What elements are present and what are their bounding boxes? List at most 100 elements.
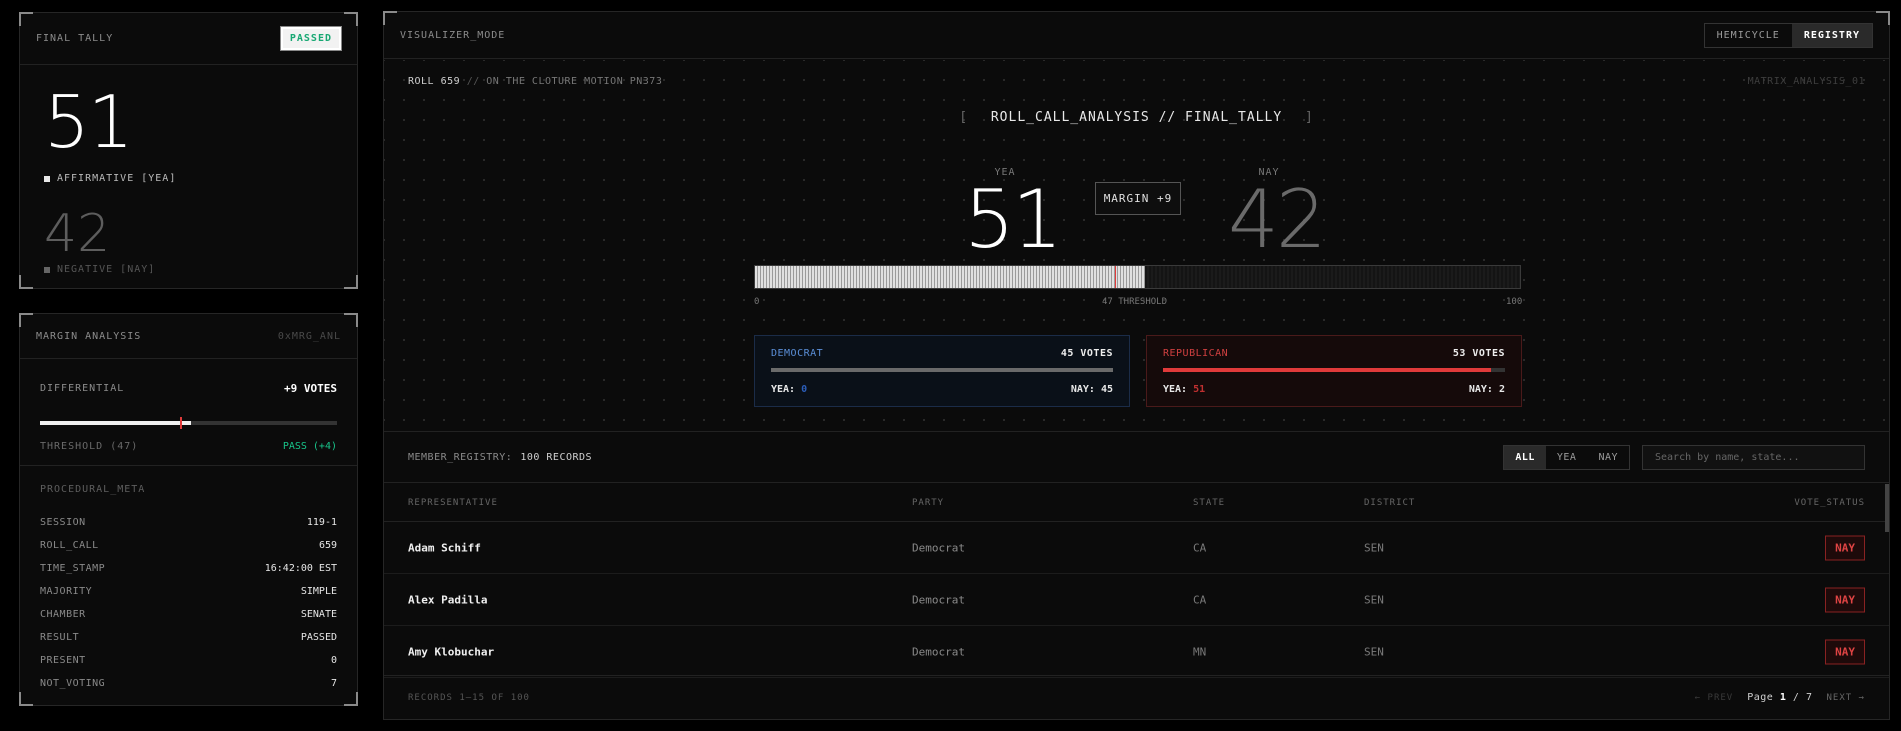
registry-title-label: MEMBER_REGISTRY: xyxy=(408,452,513,463)
threshold-marker xyxy=(179,417,182,429)
corner-bracket xyxy=(19,692,33,706)
party-votes: 45 VOTES xyxy=(1060,348,1113,359)
party-yea: YEA: 51 xyxy=(1163,384,1205,395)
procedural-title: PROCEDURAL_META xyxy=(40,484,146,495)
tally-bar xyxy=(754,265,1521,289)
yea-legend: AFFIRMATIVE [YEA] xyxy=(44,173,176,184)
margin-badge: MARGIN +9 xyxy=(1095,182,1181,215)
member-state: CA xyxy=(1193,593,1207,607)
yea-swatch xyxy=(44,175,50,182)
member-district: SEN xyxy=(1364,593,1384,607)
status-badge: PASSED xyxy=(279,26,343,51)
corner-bracket xyxy=(1876,11,1890,25)
meta-row: RESULT PASSED xyxy=(40,626,337,649)
search-input[interactable] xyxy=(1642,445,1865,470)
prev-page-button[interactable]: ← PREV xyxy=(1695,693,1734,703)
tally-title: FINAL TALLY xyxy=(36,33,114,44)
meta-key: TIME_STAMP xyxy=(40,563,106,574)
final-tally-panel: FINAL TALLY PASSED 51 AFFIRMATIVE [YEA] … xyxy=(19,12,358,289)
meta-row: NOT_VOTING 7 xyxy=(40,672,337,695)
procedural-meta-list: SESSION 119-1 ROLL_CALL 659 TIME_STAMP 16:42:… xyxy=(40,511,337,695)
divider xyxy=(20,465,357,466)
meta-key: SESSION xyxy=(40,517,86,528)
registry-title: MEMBER_REGISTRY: 100 RECORDS xyxy=(408,452,592,463)
view-registry-button[interactable]: REGISTRY xyxy=(1791,23,1872,47)
republican-card-header: REPUBLICAN 53 VOTES xyxy=(1163,348,1505,359)
party-nay: NAY: 2 xyxy=(1469,384,1505,395)
table-row[interactable]: Amy Klobuchar Democrat MN SEN NAY xyxy=(384,627,1889,678)
current-page: 1 xyxy=(1779,692,1787,703)
scale-threshold: 47 THRESHOLD xyxy=(1102,297,1168,307)
party-nay-label: NAY: xyxy=(1468,384,1493,395)
meta-value: SENATE xyxy=(300,609,337,620)
margin-header: MARGIN ANALYSIS 0xMRG_ANL xyxy=(20,314,357,359)
margin-analysis-panel: MARGIN ANALYSIS 0xMRG_ANL DIFFERENTIAL +… xyxy=(19,313,358,706)
vote-filter: ALL YEA NAY xyxy=(1503,445,1630,470)
member-district: SEN xyxy=(1364,645,1384,659)
party-nay-value: 2 xyxy=(1498,384,1505,395)
viz-title: [ ROLL_CALL_ANALYSIS // FINAL_TALLY ] xyxy=(384,110,1889,125)
col-representative[interactable]: REPRESENTATIVE xyxy=(408,498,498,508)
meta-row: PRESENT 0 xyxy=(40,649,337,672)
bracket-right: ] xyxy=(1304,110,1314,125)
party-name: REPUBLICAN xyxy=(1163,348,1229,359)
differential-row: DIFFERENTIAL +9 VOTES xyxy=(40,382,337,395)
registry-header: MEMBER_REGISTRY: 100 RECORDS ALL YEA NAY xyxy=(384,433,1889,483)
party-bar xyxy=(1163,368,1505,372)
registry-filters: ALL YEA NAY xyxy=(1503,445,1865,470)
member-district: SEN xyxy=(1364,541,1384,555)
filter-yea-button[interactable]: YEA xyxy=(1546,446,1588,469)
roll-call-heading: ROLL 659 // ON THE CLOTURE MOTION PN373 xyxy=(408,76,662,87)
margin-bar-fill xyxy=(40,421,192,425)
col-party[interactable]: PARTY xyxy=(912,498,944,508)
member-party: Democrat xyxy=(912,645,965,659)
corner-bracket xyxy=(344,313,358,327)
threshold-row: THRESHOLD (47) PASS (+4) xyxy=(40,441,337,452)
democrat-card-header: DEMOCRAT 45 VOTES xyxy=(771,348,1113,359)
party-bar-fill xyxy=(1163,368,1492,372)
margin-bar xyxy=(40,417,337,429)
republican-card: REPUBLICAN 53 VOTES YEA: 51 NAY: 2 xyxy=(1146,335,1522,407)
meta-row: ROLL_CALL 659 xyxy=(40,534,337,557)
party-nay-label: NAY: xyxy=(1070,384,1095,395)
threshold-line xyxy=(1114,266,1116,288)
member-party: Democrat xyxy=(912,541,965,555)
col-vote-status[interactable]: VOTE_STATUS xyxy=(1794,498,1865,508)
nay-legend: NEGATIVE [NAY] xyxy=(44,264,155,275)
scale-min: 0 xyxy=(754,297,760,307)
next-page-button[interactable]: NEXT → xyxy=(1826,693,1865,703)
page-indicator: Page 1 / 7 xyxy=(1747,692,1812,703)
member-state: CA xyxy=(1193,541,1207,555)
col-state[interactable]: STATE xyxy=(1193,498,1225,508)
nay-big-count: 42 xyxy=(1228,173,1327,266)
meta-value: 659 xyxy=(318,540,337,551)
member-name: Amy Klobuchar xyxy=(408,645,495,659)
scale-max: 100 xyxy=(1506,297,1523,307)
table-row[interactable]: Adam Schiff Democrat CA SEN NAY xyxy=(384,523,1889,574)
party-votes: 53 VOTES xyxy=(1452,348,1505,359)
filter-nay-button[interactable]: NAY xyxy=(1587,446,1629,469)
record-count: 100 RECORDS xyxy=(520,452,593,463)
threshold-label: THRESHOLD (47) xyxy=(40,441,139,452)
democrat-card: DEMOCRAT 45 VOTES YEA: 0 NAY: 45 xyxy=(754,335,1130,407)
yea-count: 51 xyxy=(44,80,134,164)
party-yea-label: YEA: xyxy=(1163,384,1188,395)
meta-row: SESSION 119-1 xyxy=(40,511,337,534)
col-district[interactable]: DISTRICT xyxy=(1364,498,1415,508)
corner-bracket xyxy=(344,12,358,26)
total-pages: 7 xyxy=(1805,692,1813,703)
table-row[interactable]: Alex Padilla Democrat CA SEN NAY xyxy=(384,575,1889,626)
meta-key: RESULT xyxy=(40,632,80,643)
meta-key: MAJORITY xyxy=(40,586,93,597)
pagination: ← PREV Page 1 / 7 NEXT → xyxy=(1695,692,1865,703)
vote-status-badge: NAY xyxy=(1825,535,1865,561)
table-header: REPRESENTATIVE PARTY STATE DISTRICT VOTE… xyxy=(384,484,1889,522)
party-yea-value: 0 xyxy=(801,384,808,395)
view-hemicycle-button[interactable]: HEMICYCLE xyxy=(1705,24,1792,47)
nay-swatch xyxy=(44,266,50,273)
bracket-left: [ xyxy=(959,110,969,125)
differential-label: DIFFERENTIAL xyxy=(40,383,125,394)
filter-all-button[interactable]: ALL xyxy=(1504,446,1546,469)
party-nay: NAY: 45 xyxy=(1071,384,1113,395)
matrix-id: MATRIX_ANALYSIS_01 xyxy=(1747,76,1865,87)
